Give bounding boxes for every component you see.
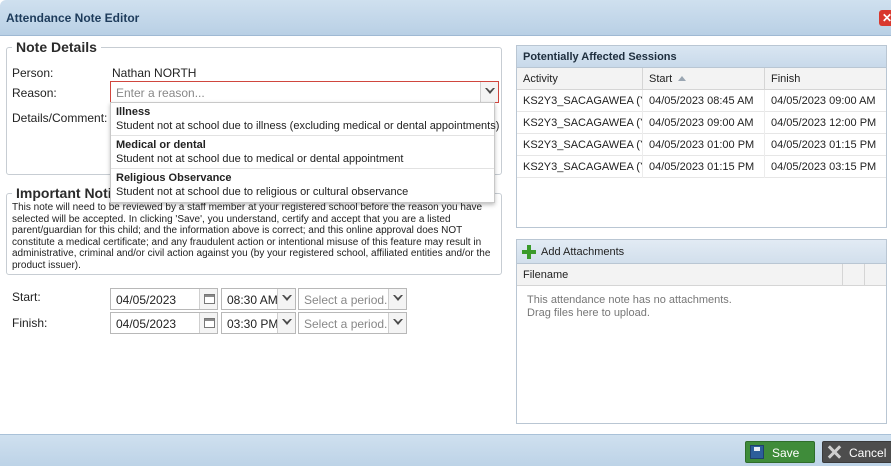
finish-time-value: 03:30 PM (227, 317, 279, 331)
finish-period-placeholder: Select a period... (304, 317, 395, 331)
start-label: Start: (12, 290, 41, 304)
cell-start: 04/05/2023 09:00 AM (643, 112, 765, 134)
finish-period-dropdown-button[interactable] (388, 313, 406, 333)
reason-option-religious[interactable]: Religious Observance Student not at scho… (111, 169, 494, 202)
start-date-picker-button[interactable] (199, 289, 217, 309)
option-description: Student not at school due to illness (ex… (116, 120, 500, 132)
floppy-disk-icon (750, 445, 764, 459)
finish-date-picker-button[interactable] (199, 313, 217, 333)
reason-options-list: Illness Student not at school due to ill… (110, 102, 499, 203)
drag-files-hint: Drag files here to upload. (527, 307, 650, 319)
finish-time-dropdown-button[interactable] (277, 313, 295, 333)
cell-activity: KS2Y3_SACAGAWEA (Y... (517, 134, 643, 156)
no-attachments-message: This attendance note has no attachments. (527, 294, 732, 306)
calendar-icon (204, 318, 215, 328)
cell-activity: KS2Y3_SACAGAWEA (Y... (517, 90, 643, 112)
start-period-select[interactable]: Select a period... (298, 288, 407, 310)
finish-period-select[interactable]: Select a period... (298, 312, 407, 334)
start-date-field[interactable]: 04/05/2023 (110, 288, 218, 310)
option-title: Medical or dental (116, 139, 206, 151)
finish-label: Finish: (12, 316, 48, 330)
cell-start: 04/05/2023 01:00 PM (643, 134, 765, 156)
reason-combobox[interactable]: Enter a reason... (110, 81, 499, 103)
close-icon[interactable]: ✕ (879, 10, 891, 26)
finish-date-value: 04/05/2023 (116, 317, 177, 331)
save-button[interactable]: Save (745, 441, 815, 463)
add-attachments-button[interactable]: Add Attachments (541, 246, 624, 258)
chevron-down-icon (282, 295, 292, 301)
dialog-footer: Save Cancel (0, 434, 891, 466)
sort-ascending-icon (678, 76, 687, 81)
save-label: Save (772, 446, 800, 460)
reason-input[interactable]: Enter a reason... (116, 86, 205, 100)
calendar-icon (204, 294, 215, 304)
column-action-1 (843, 264, 865, 286)
cell-finish: 04/05/2023 09:00 AM (771, 95, 876, 107)
person-label: Person: (12, 66, 54, 80)
plus-icon[interactable] (522, 245, 536, 259)
person-value: Nathan NORTH (112, 66, 197, 80)
finish-time-field[interactable]: 03:30 PM (221, 312, 296, 334)
cell-finish: 04/05/2023 01:15 PM (771, 139, 877, 151)
table-row[interactable]: KS2Y3_SACAGAWEA (Y... 04/05/2023 01:00 P… (517, 134, 886, 156)
reason-option-illness[interactable]: Illness Student not at school due to ill… (111, 103, 499, 136)
start-period-dropdown-button[interactable] (388, 289, 406, 309)
attachments-panel: Add Attachments Filename This attendance… (516, 239, 887, 424)
table-row[interactable]: KS2Y3_SACAGAWEA (Y... 04/05/2023 01:15 P… (517, 156, 886, 178)
details-label: Details/Comment: (12, 111, 108, 125)
option-title: Illness (116, 106, 151, 118)
cancel-button[interactable]: Cancel (822, 441, 891, 463)
sessions-header: Potentially Affected Sessions (517, 46, 886, 68)
close-icon (827, 445, 841, 459)
start-time-dropdown-button[interactable] (277, 289, 295, 309)
sessions-title: Potentially Affected Sessions (523, 51, 677, 63)
start-time-value: 08:30 AM (227, 293, 278, 307)
cancel-label: Cancel (849, 446, 887, 460)
important-notice-text: This note will need to be reviewed by a … (12, 202, 491, 271)
table-row[interactable]: KS2Y3_SACAGAWEA (Y... 04/05/2023 09:00 A… (517, 112, 886, 134)
chevron-down-icon (393, 295, 403, 301)
column-activity[interactable]: Activity (517, 68, 643, 90)
start-date-value: 04/05/2023 (116, 293, 177, 307)
column-filename[interactable]: Filename (517, 264, 843, 286)
attendance-note-editor-window: Attendance Note Editor ✕ Note Details Pe… (0, 0, 891, 466)
option-title: Religious Observance (116, 172, 232, 184)
sessions-column-headers: Activity Start Finish (517, 68, 886, 90)
title-bar: Attendance Note Editor ✕ (0, 0, 891, 36)
chevron-down-icon (485, 88, 495, 94)
option-description: Student not at school due to religious o… (116, 186, 409, 198)
column-start[interactable]: Start (643, 68, 765, 90)
start-period-placeholder: Select a period... (304, 293, 395, 307)
cell-finish: 04/05/2023 12:00 PM (771, 117, 877, 129)
cell-finish: 04/05/2023 03:15 PM (771, 161, 877, 173)
table-row[interactable]: KS2Y3_SACAGAWEA (Y... 04/05/2023 08:45 A… (517, 90, 886, 112)
cell-activity: KS2Y3_SACAGAWEA (Y... (517, 112, 643, 134)
affected-sessions-panel: Potentially Affected Sessions Activity S… (516, 45, 887, 228)
chevron-down-icon (393, 319, 403, 325)
window-title: Attendance Note Editor (6, 11, 140, 25)
column-action-2 (865, 264, 888, 286)
reason-option-medical[interactable]: Medical or dental Student not at school … (111, 136, 494, 169)
reason-label: Reason: (12, 86, 57, 100)
attachments-toolbar: Add Attachments (517, 240, 886, 264)
finish-date-field[interactable]: 04/05/2023 (110, 312, 218, 334)
attachments-column-headers: Filename (517, 264, 886, 286)
column-finish[interactable]: Finish (765, 68, 888, 90)
cell-start: 04/05/2023 01:15 PM (643, 156, 765, 178)
cell-start: 04/05/2023 08:45 AM (643, 90, 765, 112)
start-time-field[interactable]: 08:30 AM (221, 288, 296, 310)
reason-dropdown-button[interactable] (480, 82, 498, 102)
chevron-down-icon (282, 319, 292, 325)
cell-activity: KS2Y3_SACAGAWEA (Y... (517, 156, 643, 178)
option-description: Student not at school due to medical or … (116, 153, 404, 165)
note-details-legend: Note Details (12, 39, 101, 55)
